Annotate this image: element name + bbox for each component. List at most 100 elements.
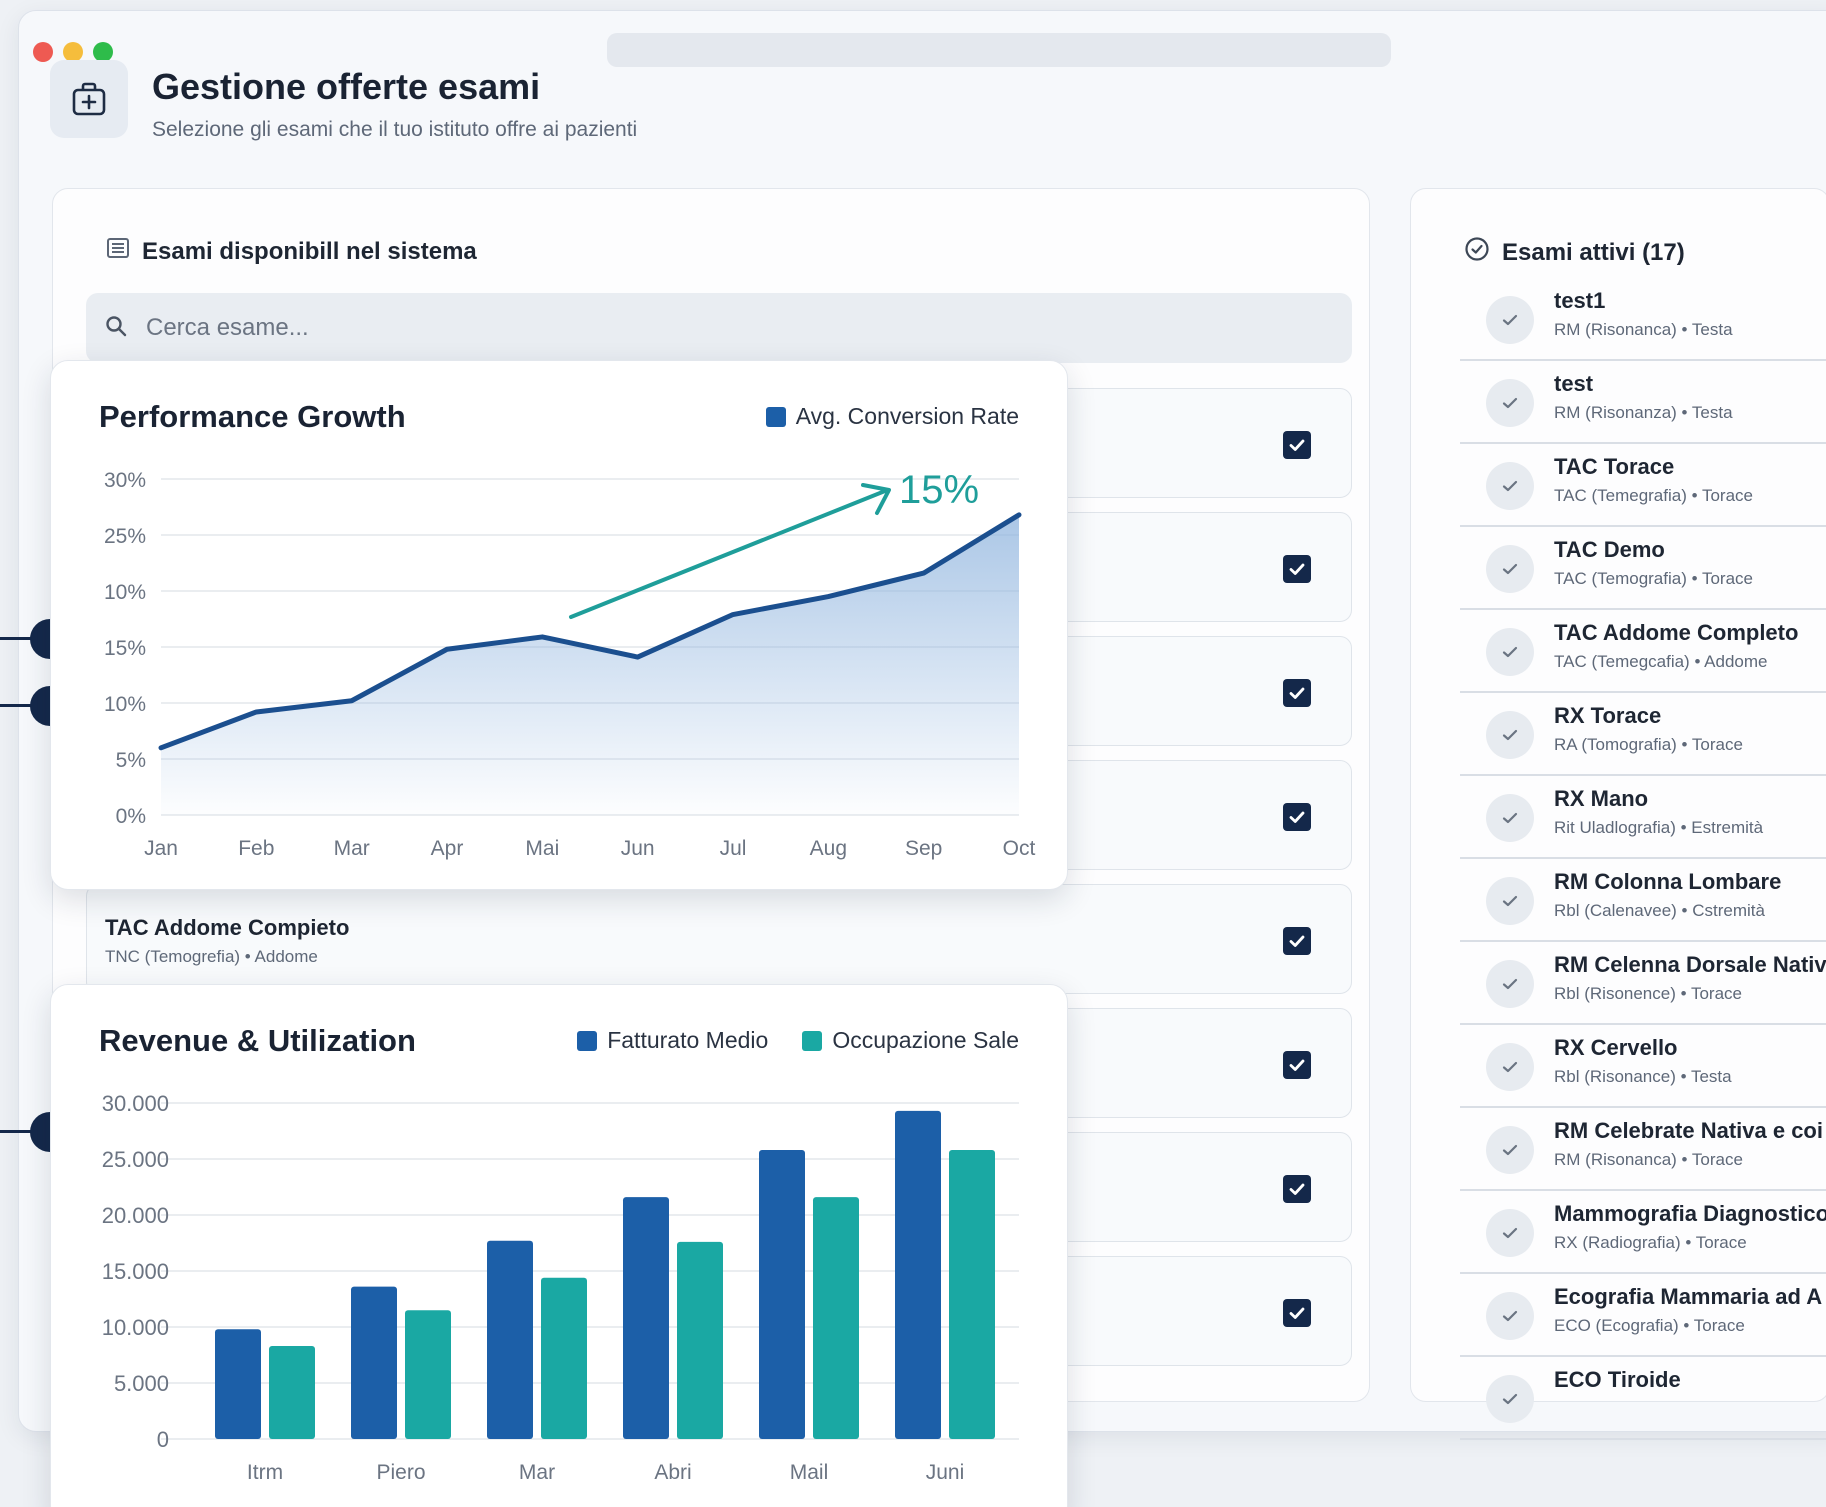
check-icon xyxy=(1486,960,1534,1008)
check-icon xyxy=(1486,1043,1534,1091)
active-exam-meta: RA (Tomografia) • Torace xyxy=(1554,735,1743,754)
series-area xyxy=(161,514,1019,815)
active-exam-meta: Rbl (Risonance) • Testa xyxy=(1554,1067,1732,1086)
bar-fatturato xyxy=(351,1286,397,1439)
bar-occupazione xyxy=(949,1150,995,1439)
address-bar[interactable] xyxy=(607,33,1391,67)
active-exams-heading: Esami attivi (17) xyxy=(1464,236,1685,269)
active-exam-item[interactable]: test1 RM (Risonanca) • Testa xyxy=(1460,278,1826,361)
check-icon xyxy=(1486,1375,1534,1423)
bar-fatturato xyxy=(759,1150,805,1439)
x-tick-label: Juni xyxy=(926,1461,965,1484)
active-exam-item[interactable]: RX Torace RA (Tomografia) • Torace xyxy=(1460,693,1826,776)
bar-occupazione xyxy=(813,1197,859,1439)
x-tick-label: Jun xyxy=(621,837,655,860)
active-exam-meta: Rit Uladlografia) • Estremità xyxy=(1554,818,1764,837)
active-exam-meta: Rbl (Calenavee) • Cstremità xyxy=(1554,901,1765,920)
exam-checkbox[interactable] xyxy=(1283,1175,1311,1203)
page-title: Gestione offerte esami xyxy=(152,66,541,107)
available-exams-heading: Esami disponibill nel sistema xyxy=(106,236,477,267)
bar-fatturato xyxy=(895,1110,941,1439)
active-exam-meta: TAC (Temografia) • Torace xyxy=(1554,569,1753,588)
x-tick-label: Feb xyxy=(238,837,274,860)
active-exam-meta: RM (Risonanca) • Torace xyxy=(1554,1150,1743,1169)
active-exam-meta: TAC (Temegrafia) • Torace xyxy=(1554,486,1753,505)
bar-occupazione xyxy=(541,1277,587,1439)
y-tick-label: 5% xyxy=(116,749,146,772)
page-subtitle: Selezione gli esami che il tuo istituto … xyxy=(152,118,638,141)
x-tick-label: Apr xyxy=(431,837,464,860)
y-tick-label: 30.000 xyxy=(102,1091,169,1116)
active-exam-item[interactable]: Ecografia Mammaria ad A ECO (Ecografia) •… xyxy=(1460,1274,1826,1357)
x-tick-label: Jan xyxy=(144,837,178,860)
x-tick-label: Mar xyxy=(519,1461,555,1484)
exam-name: TAC Addome Compieto xyxy=(105,915,350,940)
active-exam-name: Ecografia Mammaria ad A xyxy=(1554,1284,1823,1309)
maximize-window-button[interactable] xyxy=(93,42,113,62)
check-circle-icon xyxy=(1464,236,1490,269)
exam-checkbox[interactable] xyxy=(1283,431,1311,459)
search-field[interactable] xyxy=(86,293,1352,363)
active-exam-name: RX Cervello xyxy=(1554,1035,1678,1060)
bar-fatturato xyxy=(487,1240,533,1439)
x-tick-label: Mar xyxy=(334,837,370,860)
exam-checkbox[interactable] xyxy=(1283,555,1311,583)
bar-occupazione xyxy=(269,1346,315,1439)
checkmark-icon xyxy=(1289,687,1305,699)
search-input[interactable] xyxy=(146,314,1246,342)
exam-checkbox[interactable] xyxy=(1283,1051,1311,1079)
y-tick-label: 5.000 xyxy=(114,1371,169,1396)
exam-checkbox[interactable] xyxy=(1283,927,1311,955)
y-tick-label: 0 xyxy=(157,1427,169,1452)
check-icon xyxy=(1486,462,1534,510)
check-icon xyxy=(1486,794,1534,842)
revenue-utilization-card: Revenue & Utilization Fatturato Medio Oc… xyxy=(50,984,1068,1507)
search-icon xyxy=(104,314,128,343)
active-exam-meta: RM (Risonanca) • Testa xyxy=(1554,320,1733,339)
active-exam-item[interactable]: test RM (Risonanza) • Testa xyxy=(1460,361,1826,444)
exam-checkbox[interactable] xyxy=(1283,1299,1311,1327)
y-tick-label: 25.000 xyxy=(102,1147,169,1172)
active-exam-name: Mammografia Diagnostico xyxy=(1554,1201,1826,1226)
active-exam-item[interactable]: TAC Demo TAC (Temografia) • Torace xyxy=(1460,527,1826,610)
check-icon xyxy=(1486,1126,1534,1174)
active-exam-item[interactable]: Mammografia Diagnostico RX (Radiografia) … xyxy=(1460,1191,1826,1274)
active-exam-item[interactable]: RM Colonna Lombare Rbl (Calenavee) • Cstr… xyxy=(1460,859,1826,942)
active-exam-name: RX Mano xyxy=(1554,786,1649,811)
active-exam-item[interactable]: TAC Torace TAC (Temegrafia) • Torace xyxy=(1460,444,1826,527)
exam-row[interactable]: TAC Addome Compieto TNC (Temogrefia) • Ad… xyxy=(86,884,1352,994)
active-exam-name: RM Celebrate Nativa e coi xyxy=(1554,1118,1823,1143)
minimize-window-button[interactable] xyxy=(63,42,83,62)
y-tick-label: 10% xyxy=(104,693,146,716)
exam-checkbox[interactable] xyxy=(1283,803,1311,831)
x-tick-label: Piero xyxy=(376,1461,425,1484)
active-exam-meta: RM (Risonanza) • Testa xyxy=(1554,403,1733,422)
active-exam-item[interactable]: RM Celenna Dorsale Nativ Rbl (Risonence) … xyxy=(1460,942,1826,1025)
checkmark-icon xyxy=(1289,1307,1305,1319)
list-icon xyxy=(106,236,130,267)
x-tick-label: Aug xyxy=(810,837,847,860)
y-tick-label: 0% xyxy=(116,805,146,828)
active-exam-item[interactable]: RX Cervello Rbl (Risonance) • Testa xyxy=(1460,1025,1826,1108)
check-icon xyxy=(1486,628,1534,676)
exam-meta: TNC (Temogrefia) • Addome xyxy=(105,947,318,966)
y-tick-label: 30% xyxy=(104,469,146,492)
x-tick-label: Abri xyxy=(654,1461,691,1484)
x-tick-label: Oct xyxy=(1003,837,1036,860)
y-tick-label: 10.000 xyxy=(102,1315,169,1340)
active-exams-title: Esami attivi (17) xyxy=(1502,238,1685,266)
active-exam-name: ECO Tiroide xyxy=(1554,1367,1681,1392)
active-exam-item[interactable]: RX Mano Rit Uladlografia) • Estremità xyxy=(1460,776,1826,859)
active-exam-item[interactable]: ECO Tiroide xyxy=(1460,1357,1826,1440)
close-window-button[interactable] xyxy=(33,42,53,62)
exam-checkbox[interactable] xyxy=(1283,679,1311,707)
active-exam-name: test1 xyxy=(1554,288,1606,313)
x-tick-label: Itrm xyxy=(247,1461,283,1484)
active-exam-item[interactable]: RM Celebrate Nativa e coi RM (Risonanca) … xyxy=(1460,1108,1826,1191)
active-exam-name: RX Torace xyxy=(1554,703,1662,728)
x-tick-label: Jul xyxy=(720,837,747,860)
active-exam-item[interactable]: TAC Addome Completo TAC (Temegcafia) • Ad… xyxy=(1460,610,1826,693)
check-icon xyxy=(1486,1209,1534,1257)
active-exam-meta: RX (Radiografia) • Torace xyxy=(1554,1233,1747,1252)
active-exam-name: TAC Torace xyxy=(1554,454,1675,479)
